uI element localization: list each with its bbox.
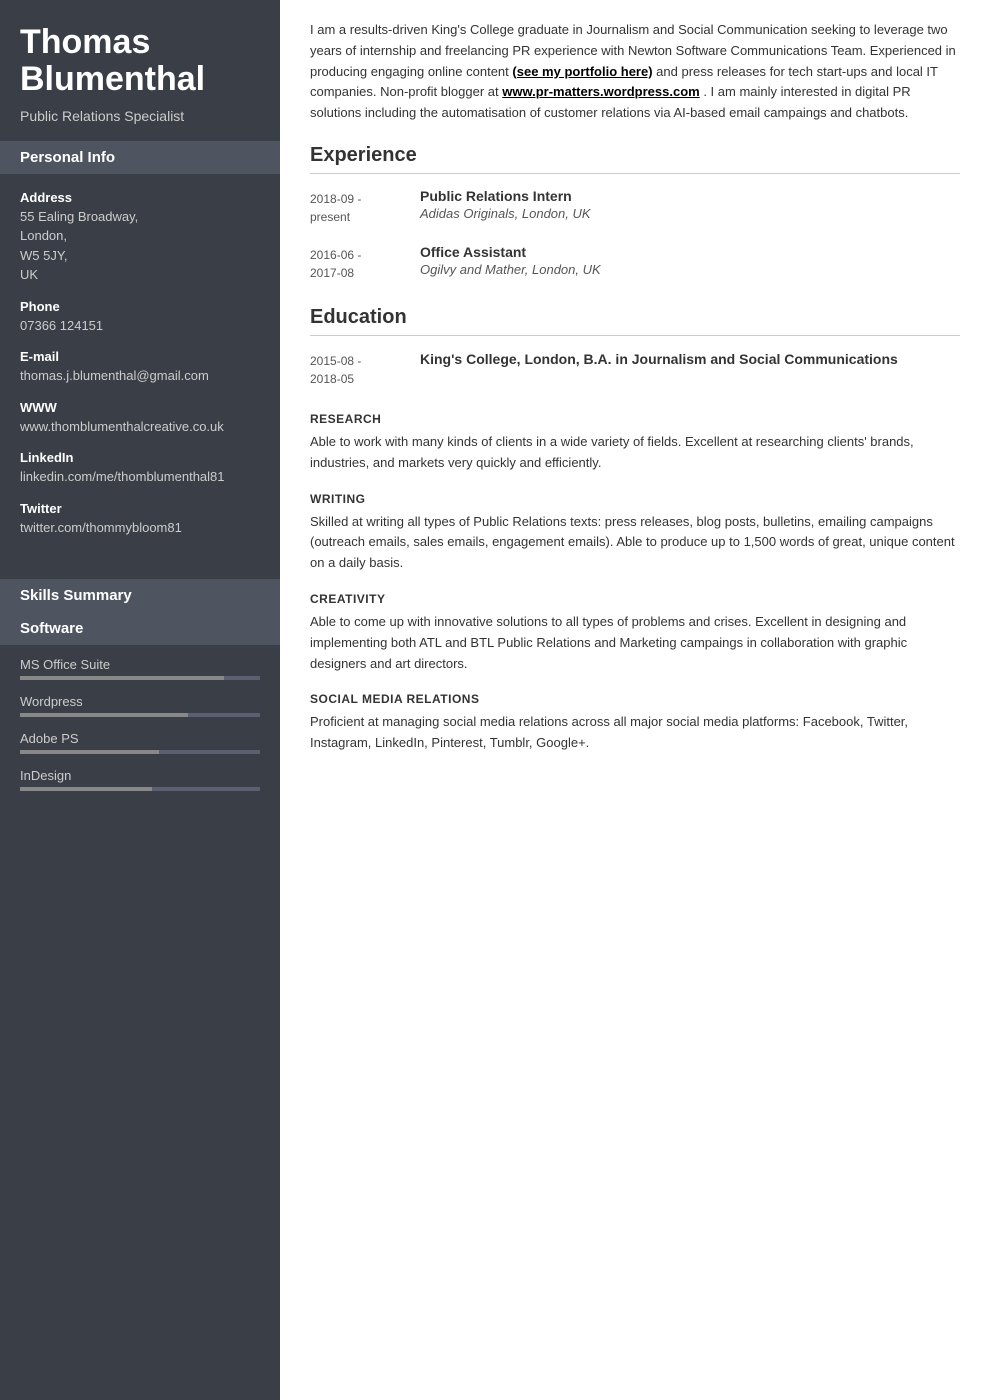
software-name: MS Office Suite bbox=[20, 657, 260, 672]
bar-track bbox=[20, 750, 260, 754]
experience-item: 2016-06 -2017-08 Office Assistant Ogilvy… bbox=[310, 244, 960, 282]
bar-track bbox=[20, 787, 260, 791]
bar-track bbox=[20, 676, 260, 680]
education-section: Education 2015-08 -2018-05 King's Colleg… bbox=[310, 306, 960, 388]
linkedin-value: linkedin.com/me/thomblumenthal81 bbox=[20, 467, 260, 487]
bar-fill bbox=[20, 750, 159, 754]
software-name: Adobe PS bbox=[20, 731, 260, 746]
bar-fill bbox=[20, 787, 152, 791]
email-value: thomas.j.blumenthal@gmail.com bbox=[20, 366, 260, 386]
skill-block: CREATIVITY Able to come up with innovati… bbox=[310, 592, 960, 674]
edu-degree: King's College, London, B.A. in Journali… bbox=[420, 350, 898, 370]
address-label: Address bbox=[20, 190, 260, 205]
candidate-title: Public Relations Specialist bbox=[20, 107, 260, 125]
sidebar-header: Thomas Blumenthal Public Relations Speci… bbox=[0, 0, 280, 141]
phone-value: 07366 124151 bbox=[20, 316, 260, 336]
www-block: WWW www.thomblumenthalcreative.co.uk bbox=[20, 400, 260, 437]
software-item: Adobe PS bbox=[20, 731, 260, 754]
sidebar: Thomas Blumenthal Public Relations Speci… bbox=[0, 0, 280, 1400]
education-item: 2015-08 -2018-05 King's College, London,… bbox=[310, 350, 960, 388]
education-list: 2015-08 -2018-05 King's College, London,… bbox=[310, 350, 960, 388]
skill-title: CREATIVITY bbox=[310, 592, 960, 606]
experience-list: 2018-09 -present Public Relations Intern… bbox=[310, 188, 960, 282]
software-item: InDesign bbox=[20, 768, 260, 791]
bar-track bbox=[20, 713, 260, 717]
software-item: MS Office Suite bbox=[20, 657, 260, 680]
skills-list: RESEARCH Able to work with many kinds of… bbox=[310, 412, 960, 754]
portfolio-link[interactable]: (see my portfolio here) bbox=[512, 64, 652, 79]
exp-date: 2016-06 -2017-08 bbox=[310, 244, 400, 282]
skill-text: Able to come up with innovative solution… bbox=[310, 612, 960, 674]
blog-link[interactable]: www.pr-matters.wordpress.com bbox=[502, 84, 699, 99]
education-header: Education bbox=[310, 306, 960, 336]
skill-block: SOCIAL MEDIA RELATIONS Proficient at man… bbox=[310, 692, 960, 754]
linkedin-block: LinkedIn linkedin.com/me/thomblumenthal8… bbox=[20, 450, 260, 487]
address-value: 55 Ealing Broadway,London,W5 5JY,UK bbox=[20, 207, 260, 285]
experience-header: Experience bbox=[310, 144, 960, 174]
edu-date: 2015-08 -2018-05 bbox=[310, 350, 400, 388]
personal-info-header: Personal Info bbox=[0, 141, 280, 174]
skill-text: Skilled at writing all types of Public R… bbox=[310, 512, 960, 574]
skill-text: Able to work with many kinds of clients … bbox=[310, 432, 960, 474]
email-label: E-mail bbox=[20, 349, 260, 364]
software-name: InDesign bbox=[20, 768, 260, 783]
skill-block: RESEARCH Able to work with many kinds of… bbox=[310, 412, 960, 474]
software-name: Wordpress bbox=[20, 694, 260, 709]
software-header: Software bbox=[0, 612, 280, 645]
personal-info-content: Address 55 Ealing Broadway,London,W5 5JY… bbox=[0, 174, 280, 568]
phone-label: Phone bbox=[20, 299, 260, 314]
skill-title: RESEARCH bbox=[310, 412, 960, 426]
job-title: Office Assistant bbox=[420, 244, 601, 260]
software-item: Wordpress bbox=[20, 694, 260, 717]
job-company: Adidas Originals, London, UK bbox=[420, 206, 591, 221]
twitter-label: Twitter bbox=[20, 501, 260, 516]
job-title: Public Relations Intern bbox=[420, 188, 591, 204]
candidate-name: Thomas Blumenthal bbox=[20, 24, 260, 99]
bar-fill bbox=[20, 713, 188, 717]
exp-details: Office Assistant Ogilvy and Mather, Lond… bbox=[420, 244, 601, 282]
skills-summary-header: Skills Summary bbox=[0, 579, 280, 612]
www-value: www.thomblumenthalcreative.co.uk bbox=[20, 417, 260, 437]
skill-title: WRITING bbox=[310, 492, 960, 506]
skills-main-section: RESEARCH Able to work with many kinds of… bbox=[310, 412, 960, 754]
www-label: WWW bbox=[20, 400, 260, 415]
twitter-value: twitter.com/thommybloom81 bbox=[20, 518, 260, 538]
bar-fill bbox=[20, 676, 224, 680]
address-block: Address 55 Ealing Broadway,London,W5 5JY… bbox=[20, 190, 260, 285]
email-block: E-mail thomas.j.blumenthal@gmail.com bbox=[20, 349, 260, 386]
skill-block: WRITING Skilled at writing all types of … bbox=[310, 492, 960, 574]
skill-text: Proficient at managing social media rela… bbox=[310, 712, 960, 754]
edu-details: King's College, London, B.A. in Journali… bbox=[420, 350, 898, 388]
phone-block: Phone 07366 124151 bbox=[20, 299, 260, 336]
intro-paragraph: I am a results-driven King's College gra… bbox=[310, 20, 960, 124]
experience-section: Experience 2018-09 -present Public Relat… bbox=[310, 144, 960, 282]
software-content: MS Office Suite Wordpress Adobe PS InDes… bbox=[0, 645, 280, 817]
exp-details: Public Relations Intern Adidas Originals… bbox=[420, 188, 591, 226]
job-company: Ogilvy and Mather, London, UK bbox=[420, 262, 601, 277]
twitter-block: Twitter twitter.com/thommybloom81 bbox=[20, 501, 260, 538]
skill-title: SOCIAL MEDIA RELATIONS bbox=[310, 692, 960, 706]
linkedin-label: LinkedIn bbox=[20, 450, 260, 465]
main-content: I am a results-driven King's College gra… bbox=[280, 0, 990, 1400]
exp-date: 2018-09 -present bbox=[310, 188, 400, 226]
experience-item: 2018-09 -present Public Relations Intern… bbox=[310, 188, 960, 226]
